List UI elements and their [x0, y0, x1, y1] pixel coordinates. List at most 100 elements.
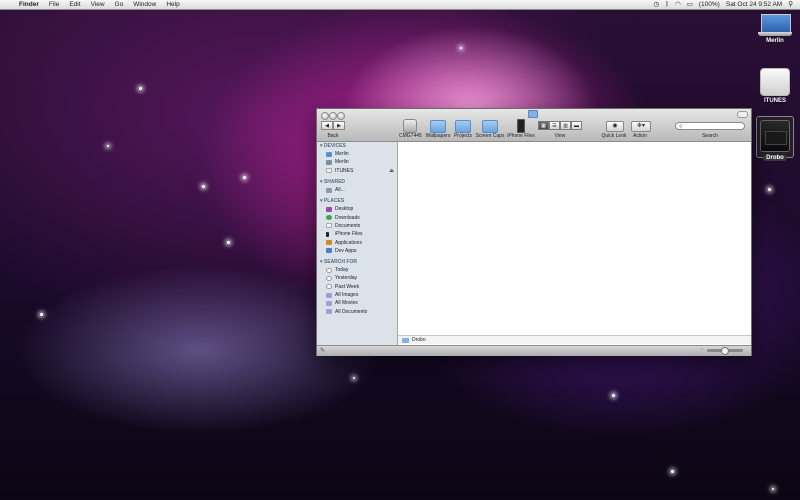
toolbar-item-label: CMG7445 [399, 133, 422, 139]
clock-icon [326, 275, 332, 281]
eject-icon[interactable]: ⏏ [389, 168, 394, 174]
menu-window[interactable]: Window [128, 0, 161, 9]
sidebar: ▾ DEVICES Merlin Merlin ITUNES ⏏ ▾ SHARED… [317, 142, 398, 345]
menu-edit[interactable]: Edit [64, 0, 85, 9]
path-bar-label[interactable]: Drobo [412, 336, 426, 345]
slider-knob[interactable] [721, 347, 729, 355]
back-arrow-icon[interactable]: ◀ [321, 121, 333, 130]
toolbar-item-label: Wallpapers [425, 133, 451, 139]
pin-icon[interactable]: ✎ [320, 347, 325, 354]
sidebar-section-shared[interactable]: ▾ SHARED [317, 178, 397, 186]
toolbar-item-screen-caps[interactable]: Screen Caps [475, 120, 505, 139]
icon-size-slider[interactable] [707, 347, 743, 355]
star [460, 47, 462, 49]
close-button[interactable] [321, 112, 329, 120]
menu-go[interactable]: Go [110, 0, 129, 9]
star [40, 313, 43, 316]
star [353, 377, 355, 379]
menu-help[interactable]: Help [161, 0, 184, 9]
sidebar-item-documents[interactable]: Documents [317, 222, 397, 230]
sidebar-item-iphone-files[interactable]: iPhone Files [317, 230, 397, 238]
desktop-icon [326, 206, 332, 212]
drobo-drive-icon [760, 120, 790, 152]
toolbar-item-iphone-files[interactable]: iPhone Files [506, 119, 536, 139]
icon-view-icon[interactable]: ▦ [538, 121, 549, 130]
sidebar-section-devices[interactable]: ▾ DEVICES [317, 142, 397, 150]
battery-percent[interactable]: (100%) [696, 0, 723, 9]
sidebar-item-all[interactable]: All... [317, 186, 397, 194]
applications-icon [326, 240, 332, 246]
sidebar-item-merlin[interactable]: Merlin [317, 150, 397, 158]
computer-icon [326, 151, 332, 157]
folder-icon [482, 120, 498, 133]
toolbar-item-projects[interactable]: Projects [452, 120, 474, 139]
network-icon [326, 187, 332, 193]
action-button[interactable]: ✻▾ [631, 121, 651, 132]
star [243, 176, 246, 179]
status-bar: ✎ ▫ [317, 345, 751, 356]
sidebar-item-applications[interactable]: Applications [317, 238, 397, 246]
sidebar-item-merlin-disk[interactable]: Merlin [317, 158, 397, 166]
sidebar-item-past-week[interactable]: Past Week [317, 283, 397, 291]
desktop-icon-merlin[interactable]: Merlin [750, 14, 800, 44]
list-view-icon[interactable]: ☰ [549, 121, 560, 130]
clock[interactable]: Sat Oct 24 9:52 AM [723, 0, 785, 9]
file-content-area[interactable] [398, 142, 751, 336]
minimize-button[interactable] [329, 112, 337, 120]
clock-icon [326, 284, 332, 290]
downloads-icon [326, 215, 332, 221]
folder-title-icon [528, 110, 538, 118]
back-forward-control[interactable]: ◀ ▶ [321, 121, 345, 130]
sidebar-section-search-for[interactable]: ▾ SEARCH FOR [317, 258, 397, 266]
toolbar-item-wallpapers[interactable]: Wallpapers [425, 120, 451, 139]
sidebar-item-all-images[interactable]: All Images [317, 291, 397, 299]
forward-arrow-icon[interactable]: ▶ [333, 121, 345, 130]
toolbar-toggle-button[interactable] [737, 111, 748, 118]
battery-icon[interactable]: ▭ [684, 0, 696, 9]
star [139, 87, 142, 90]
sidebar-item-all-movies[interactable]: All Movies [317, 299, 397, 307]
star [768, 188, 771, 191]
sidebar-item-itunes[interactable]: ITUNES ⏏ [317, 167, 397, 175]
document-icon [403, 119, 417, 133]
quick-look-button[interactable]: ◉ [606, 121, 624, 132]
toolbar-item-label: Screen Caps [475, 133, 505, 139]
menu-file[interactable]: File [44, 0, 64, 9]
sidebar-item-desktop[interactable]: Desktop [317, 205, 397, 213]
laptop-drive-icon [758, 14, 792, 36]
desktop-icon-drobo[interactable]: Drobo [750, 120, 800, 161]
menu-finder[interactable]: Finder [14, 0, 44, 9]
timemachine-icon[interactable]: ◷ [650, 0, 662, 9]
zoom-button[interactable] [337, 112, 345, 120]
coverflow-view-icon[interactable]: ▬ [571, 121, 582, 130]
folder-icon [455, 120, 471, 133]
star [671, 470, 674, 473]
documents-icon [326, 223, 332, 229]
sidebar-item-today[interactable]: Today [317, 266, 397, 274]
column-view-icon[interactable]: ▥ [560, 121, 571, 130]
sidebar-item-all-documents[interactable]: All Documents [317, 307, 397, 315]
back-label: Back [327, 133, 339, 139]
smart-folder-icon [326, 309, 332, 315]
spotlight-icon[interactable]: ⚲ [785, 0, 796, 9]
toolbar-item-label: iPhone Files [507, 133, 535, 139]
search-field[interactable]: ⚲ [675, 122, 745, 130]
sidebar-item-yesterday[interactable]: Yesterday [317, 274, 397, 282]
search-icon: ⚲ [679, 124, 683, 130]
sidebar-item-downloads[interactable]: Downloads [317, 213, 397, 221]
star [612, 394, 615, 397]
bluetooth-icon[interactable]: ᛒ [662, 0, 672, 9]
sidebar-section-places[interactable]: ▾ PLACES [317, 197, 397, 205]
gear-icon: ✻▾ [636, 123, 646, 129]
view-switcher[interactable]: ▦ ☰ ▥ ▬ [538, 121, 582, 130]
sidebar-item-dev-apps[interactable]: Dev Apps [317, 247, 397, 255]
toolbar-item-cmg7445[interactable]: CMG7445 [399, 119, 422, 139]
wifi-icon[interactable]: ◠ [672, 0, 684, 9]
desktop-icon-label: ITUNES [763, 98, 786, 104]
toolbar-item-label: Projects [453, 133, 473, 139]
desktop-icon-itunes[interactable]: ITUNES [750, 68, 800, 104]
drive-mini-icon [402, 337, 409, 343]
star [227, 241, 230, 244]
clock-icon [326, 267, 332, 273]
menu-view[interactable]: View [86, 0, 110, 9]
